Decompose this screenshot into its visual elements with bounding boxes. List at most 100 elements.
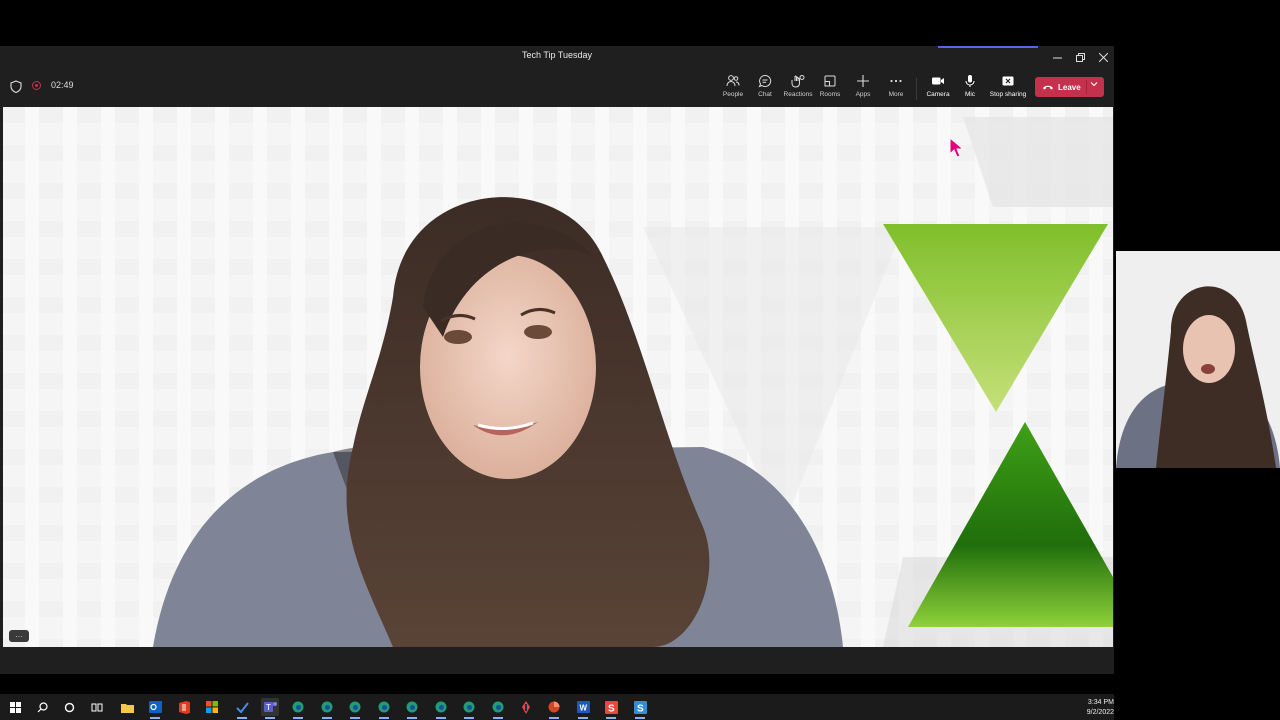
todo-button[interactable] xyxy=(233,698,251,719)
teams-meeting-window: Tech Tip Tuesday 02:49 People Chat React… xyxy=(0,46,1114,720)
close-button[interactable] xyxy=(1092,48,1114,66)
leave-label: Leave xyxy=(1058,82,1081,92)
reactions-icon xyxy=(791,75,805,88)
plus-icon xyxy=(857,75,869,87)
close-icon xyxy=(1098,52,1108,62)
edge-button-1[interactable] xyxy=(289,698,307,719)
mic-button[interactable]: Mic xyxy=(958,72,982,104)
camera-icon xyxy=(932,77,944,85)
edge-button-8[interactable] xyxy=(489,698,507,719)
edge-icon xyxy=(492,701,504,713)
leave-split xyxy=(1086,80,1087,94)
store-button[interactable] xyxy=(203,698,221,716)
app-icon xyxy=(522,700,530,714)
svg-text:S: S xyxy=(637,703,644,714)
more-button[interactable]: More xyxy=(883,72,909,104)
snagit-icon: S xyxy=(604,700,618,714)
rooms-button[interactable]: Rooms xyxy=(817,72,843,104)
people-label: People xyxy=(722,91,744,98)
window-title: Tech Tip Tuesday xyxy=(521,50,593,60)
file-explorer-icon xyxy=(120,703,134,713)
reactions-label: Reactions xyxy=(783,91,813,98)
apps-button[interactable]: Apps xyxy=(850,72,876,104)
edge-button-7[interactable] xyxy=(460,698,478,719)
snagit-button[interactable]: S xyxy=(602,698,620,719)
green-triangle-up xyxy=(908,422,1113,627)
edge-icon xyxy=(292,701,304,713)
edge-button-3[interactable] xyxy=(346,698,364,719)
rooms-label: Rooms xyxy=(819,91,841,98)
meeting-timer: 02:49 xyxy=(51,80,74,90)
people-icon xyxy=(726,75,740,87)
edge-button-5[interactable] xyxy=(403,698,421,719)
task-view-button[interactable] xyxy=(88,698,106,716)
minimize-icon xyxy=(1052,57,1062,58)
people-button[interactable]: People xyxy=(718,72,748,104)
accent-line xyxy=(938,46,1038,48)
edge-button-2[interactable] xyxy=(318,698,336,719)
store-icon xyxy=(206,701,218,713)
outlook-button[interactable] xyxy=(146,698,164,719)
powerpoint-button[interactable] xyxy=(545,698,563,719)
background-shape xyxy=(963,117,1113,207)
app-button[interactable] xyxy=(517,698,535,716)
reactions-button[interactable]: Reactions xyxy=(782,72,814,104)
clock-date: 9/2/2022 xyxy=(1086,709,1114,716)
edge-button-6[interactable] xyxy=(432,698,450,719)
office-button[interactable] xyxy=(175,698,193,716)
restore-icon xyxy=(1075,52,1085,62)
edge-icon xyxy=(406,701,418,713)
phone-hangup-icon xyxy=(1043,85,1053,90)
chat-icon xyxy=(758,74,772,88)
chevron-down-icon xyxy=(1090,82,1098,87)
ellipsis-icon xyxy=(890,79,902,83)
teams-icon: T xyxy=(263,702,277,712)
cortana-icon xyxy=(64,702,74,712)
search-button[interactable] xyxy=(33,698,51,716)
chat-button[interactable]: Chat xyxy=(752,72,778,104)
more-label: More xyxy=(888,91,904,98)
chat-label: Chat xyxy=(758,91,772,98)
powerpoint-icon xyxy=(548,701,560,713)
video-options-button[interactable]: ··· xyxy=(9,630,29,642)
restore-button[interactable] xyxy=(1069,48,1091,66)
self-view-image xyxy=(1116,251,1280,468)
office-icon xyxy=(178,700,190,714)
self-view-mouth xyxy=(1201,364,1215,374)
leave-button[interactable]: Leave xyxy=(1035,77,1104,97)
edge-icon xyxy=(435,701,447,713)
start-button[interactable] xyxy=(6,698,24,716)
recording-icon xyxy=(32,81,41,90)
snagit-editor-icon: S xyxy=(633,700,647,714)
edge-button-4[interactable] xyxy=(375,698,393,719)
edge-icon xyxy=(321,701,333,713)
leave-options-button[interactable] xyxy=(1090,80,1098,90)
windows-taskbar: T W S S 3:34 PM 9/2/2022 xyxy=(0,694,1114,720)
presenter-video xyxy=(153,117,1113,647)
edge-icon xyxy=(349,701,361,713)
svg-text:W: W xyxy=(579,704,587,713)
task-view-icon xyxy=(91,703,103,711)
rooms-icon xyxy=(824,75,836,87)
svg-text:T: T xyxy=(266,703,271,712)
camera-button[interactable]: Camera xyxy=(924,72,952,104)
left-eye xyxy=(444,330,472,344)
taskbar-clock[interactable]: 3:34 PM 9/2/2022 xyxy=(1074,698,1114,718)
stop-sharing-button[interactable]: Stop sharing xyxy=(988,72,1028,104)
edge-icon xyxy=(463,701,475,713)
outlook-icon xyxy=(148,701,162,713)
word-icon: W xyxy=(576,701,590,713)
snagit-editor-button[interactable]: S xyxy=(631,698,649,719)
right-eye xyxy=(524,325,552,339)
mic-icon xyxy=(965,75,975,87)
windows-start-icon xyxy=(9,701,21,713)
svg-text:S: S xyxy=(608,703,615,714)
clock-time: 3:34 PM xyxy=(1087,699,1114,706)
file-explorer-button[interactable] xyxy=(118,698,136,716)
cortana-button[interactable] xyxy=(60,698,78,716)
minimize-button[interactable] xyxy=(1046,48,1068,66)
meeting-toolbar: 02:49 People Chat Reactions Rooms Apps M… xyxy=(0,68,1114,106)
green-triangle-down xyxy=(883,224,1108,412)
teams-button[interactable]: T xyxy=(261,698,279,719)
word-button[interactable]: W xyxy=(574,698,592,719)
